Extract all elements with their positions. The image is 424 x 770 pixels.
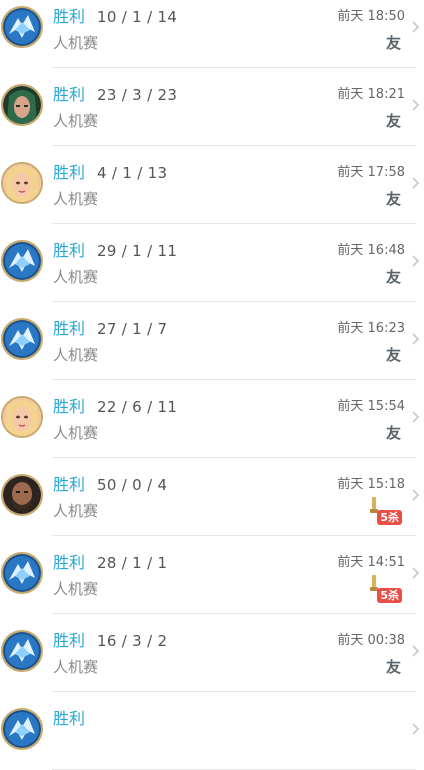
avatar-ice-dragon (1, 630, 43, 672)
match-result: 胜利 (53, 397, 86, 416)
match-row[interactable]: 胜利 16 / 3 / 2 人机赛 前天 00:38 友 (0, 614, 424, 692)
match-time: 前天 18:21 (337, 87, 405, 102)
match-time: 前天 18:50 (337, 9, 405, 24)
match-row[interactable]: 胜利 4 / 1 / 13 人机赛 前天 17:58 友 (0, 146, 424, 224)
kda-score: 28 / 1 / 1 (97, 554, 168, 572)
match-row[interactable]: 胜利 28 / 1 / 1 人机赛 前天 14:51 5杀 (0, 536, 424, 614)
match-time: 前天 14:51 (337, 555, 405, 570)
friend-badge: 友 (385, 268, 401, 286)
avatar-blonde-woman (1, 162, 43, 204)
kda-score: 22 / 6 / 11 (97, 398, 178, 416)
penta-kill-badge: 5杀 (366, 497, 402, 525)
match-row[interactable]: 胜利 10 / 1 / 14 人机赛 前天 18:50 友 (0, 0, 424, 68)
avatar-ice-dragon (1, 708, 43, 750)
game-mode: 人机赛 (53, 580, 99, 598)
kda-score: 27 / 1 / 7 (97, 320, 168, 338)
avatar-ice-dragon (1, 240, 43, 282)
game-mode: 人机赛 (53, 34, 99, 52)
avatar-ice-dragon (1, 6, 43, 48)
avatar-blonde-woman (1, 396, 43, 438)
match-result: 胜利 (53, 319, 86, 338)
match-result: 胜利 (53, 163, 86, 182)
match-row[interactable]: 胜利 23 / 3 / 23 人机赛 前天 18:21 友 (0, 68, 424, 146)
chevron-right-icon (412, 723, 420, 735)
game-mode: 人机赛 (53, 658, 99, 676)
match-result: 胜利 (53, 631, 86, 650)
kda-score: 10 / 1 / 14 (97, 8, 178, 26)
chevron-right-icon (412, 177, 420, 189)
game-mode: 人机赛 (53, 268, 99, 286)
match-result: 胜利 (53, 241, 86, 260)
match-row[interactable]: 胜利 29 / 1 / 11 人机赛 前天 16:48 友 (0, 224, 424, 302)
chevron-right-icon (412, 567, 420, 579)
match-result: 胜利 (53, 85, 86, 104)
match-time: 前天 15:18 (337, 477, 405, 492)
match-row[interactable]: 胜利 (0, 692, 424, 770)
chevron-right-icon (412, 411, 420, 423)
kda-score: 29 / 1 / 11 (97, 242, 178, 260)
game-mode: 人机赛 (53, 112, 99, 130)
match-row[interactable]: 胜利 27 / 1 / 7 人机赛 前天 16:23 友 (0, 302, 424, 380)
match-time: 前天 16:23 (337, 321, 405, 336)
chevron-right-icon (412, 645, 420, 657)
match-row[interactable]: 胜利 50 / 0 / 4 人机赛 前天 15:18 5杀 (0, 458, 424, 536)
avatar-ice-dragon (1, 318, 43, 360)
avatar-ice-dragon (1, 552, 43, 594)
game-mode: 人机赛 (53, 502, 99, 520)
match-time: 前天 15:54 (337, 399, 405, 414)
chevron-right-icon (412, 99, 420, 111)
chevron-right-icon (412, 333, 420, 345)
penta-kill-label: 5杀 (377, 510, 402, 525)
match-result: 胜利 (53, 7, 86, 26)
chevron-right-icon (412, 255, 420, 267)
match-history-list: 胜利 10 / 1 / 14 人机赛 前天 18:50 友 胜利 23 / 3 … (0, 0, 424, 770)
match-result: 胜利 (53, 553, 86, 572)
kda-score: 50 / 0 / 4 (97, 476, 168, 494)
match-result: 胜利 (53, 475, 86, 494)
penta-kill-badge: 5杀 (366, 575, 402, 603)
friend-badge: 友 (385, 658, 401, 676)
penta-kill-label: 5杀 (377, 588, 402, 603)
game-mode: 人机赛 (53, 346, 99, 364)
game-mode: 人机赛 (53, 424, 99, 442)
game-mode: 人机赛 (53, 190, 99, 208)
avatar-green-haired-woman (1, 84, 43, 126)
match-time: 前天 17:58 (337, 165, 405, 180)
chevron-right-icon (412, 21, 420, 33)
friend-badge: 友 (385, 112, 401, 130)
match-result: 胜利 (53, 709, 86, 728)
avatar-bearded-man (1, 474, 43, 516)
kda-score: 16 / 3 / 2 (97, 632, 168, 650)
match-time: 前天 00:38 (337, 633, 405, 648)
friend-badge: 友 (385, 346, 401, 364)
match-time: 前天 16:48 (337, 243, 405, 258)
kda-score: 23 / 3 / 23 (97, 86, 178, 104)
friend-badge: 友 (385, 190, 401, 208)
chevron-right-icon (412, 489, 420, 501)
friend-badge: 友 (385, 34, 401, 52)
kda-score: 4 / 1 / 13 (97, 164, 168, 182)
match-row[interactable]: 胜利 22 / 6 / 11 人机赛 前天 15:54 友 (0, 380, 424, 458)
friend-badge: 友 (385, 424, 401, 442)
